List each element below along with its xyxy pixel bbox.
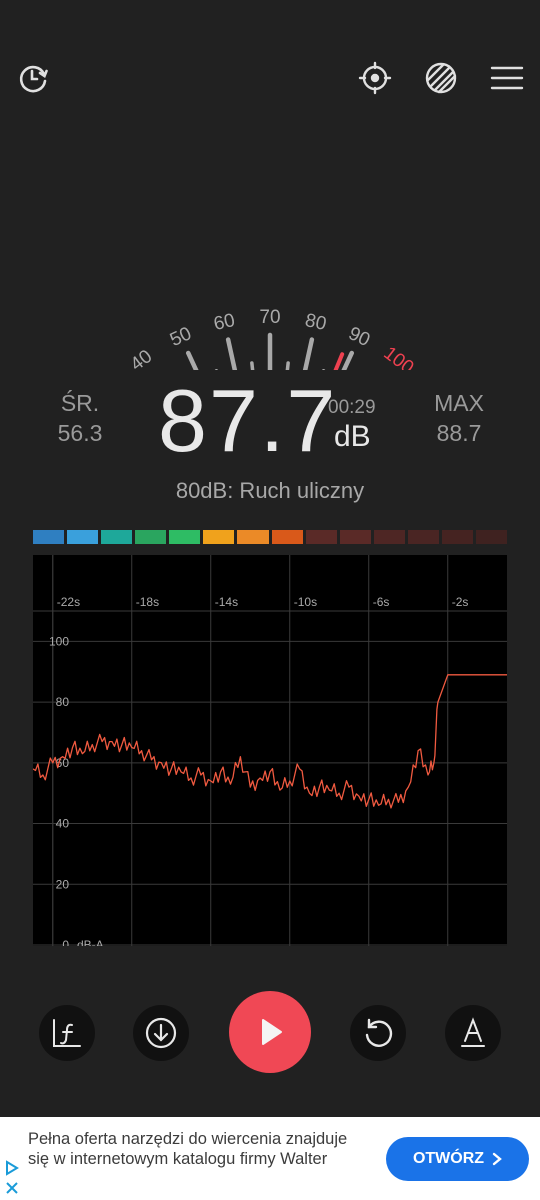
level-segment [67,530,99,544]
download-icon [145,1017,177,1049]
ad-open-button[interactable]: OTWÓRZ [386,1137,529,1181]
gauge-scale-label: 100 [379,343,417,370]
weighting-button[interactable] [445,1005,501,1061]
level-segment [339,530,371,544]
level-segment [407,530,439,544]
play-icon [262,1019,282,1045]
gauge-tick [302,337,315,370]
x-tick-label: -18s [136,595,159,609]
level-segment [373,530,405,544]
ad-open-label: OTWÓRZ [412,1150,485,1167]
max-label: MAX [434,390,484,416]
ad-text[interactable]: Pełna oferta narzędzi do wiercenia znajd… [28,1130,348,1169]
gauge-tick [250,361,255,370]
ad-choices-icon[interactable] [4,1160,20,1176]
elapsed-timer: 00:29 [328,397,376,418]
play-button[interactable] [229,991,311,1073]
current-db-value: 87.7 [158,371,338,470]
menu-icon[interactable] [487,58,527,98]
y-unit-label: dB-A [77,938,104,946]
level-color-bar [33,530,508,544]
reset-icon [365,1018,393,1047]
average-label: ŚR. [60,390,100,416]
level-segment [203,530,235,544]
level-segment [169,530,201,544]
crosshair-icon[interactable] [355,58,395,98]
level-segment [476,530,508,544]
x-tick-label: -2s [452,595,469,609]
level-segment [135,530,167,544]
frequency-icon [53,1019,81,1047]
gauge-scale-label: 50 [167,323,195,351]
noise-category: 80dB: Ruch uliczny [175,478,365,503]
level-segment [101,530,133,544]
ad-close-icon[interactable] [4,1180,20,1196]
chevron-right-icon [492,1152,502,1166]
download-button[interactable] [133,1005,189,1061]
y-tick-label: 40 [56,817,70,831]
level-segment [305,530,337,544]
average-value: 56.3 [57,420,103,446]
y-tick-label: 80 [56,695,70,709]
y-tick-label: 20 [56,877,70,891]
x-tick-label: -10s [294,595,317,609]
gauge-tick [285,361,290,370]
gauge-tick [225,337,238,370]
gauge-scale-label: 80 [303,310,328,335]
y-tick-label: 0 [62,938,69,946]
theme-icon[interactable] [421,58,461,98]
analog-gauge: 2030405060708090100110120Min42Peak88 [127,307,417,370]
chart-background [33,555,507,946]
weighting-icon [461,1017,485,1047]
frequency-button[interactable] [39,1005,95,1061]
level-segment [441,530,474,544]
level-segment [271,530,303,544]
x-tick-label: -6s [373,595,390,609]
x-tick-label: -22s [57,595,80,609]
gauge-needle [333,352,345,370]
gauge-scale-label: 70 [259,307,280,328]
history-chart: -22s -18s -14s -10s -6s -2s100806040200 dB-A [33,555,507,946]
history-icon[interactable] [13,58,53,98]
x-tick-label: -14s [215,595,238,609]
max-value: 88.7 [436,420,482,446]
gauge-scale-label: 90 [345,323,373,351]
level-segment [237,530,269,544]
reset-button[interactable] [350,1005,406,1061]
gauge-tick [185,350,199,370]
unit-label: dB [334,420,371,453]
ad-banner[interactable]: Pełna oferta narzędzi do wiercenia znajd… [0,1117,540,1200]
level-segment [33,530,65,544]
y-tick-label: 100 [49,634,69,648]
gauge-scale-label: 60 [212,310,237,335]
gauge-scale-label: 40 [127,346,157,370]
